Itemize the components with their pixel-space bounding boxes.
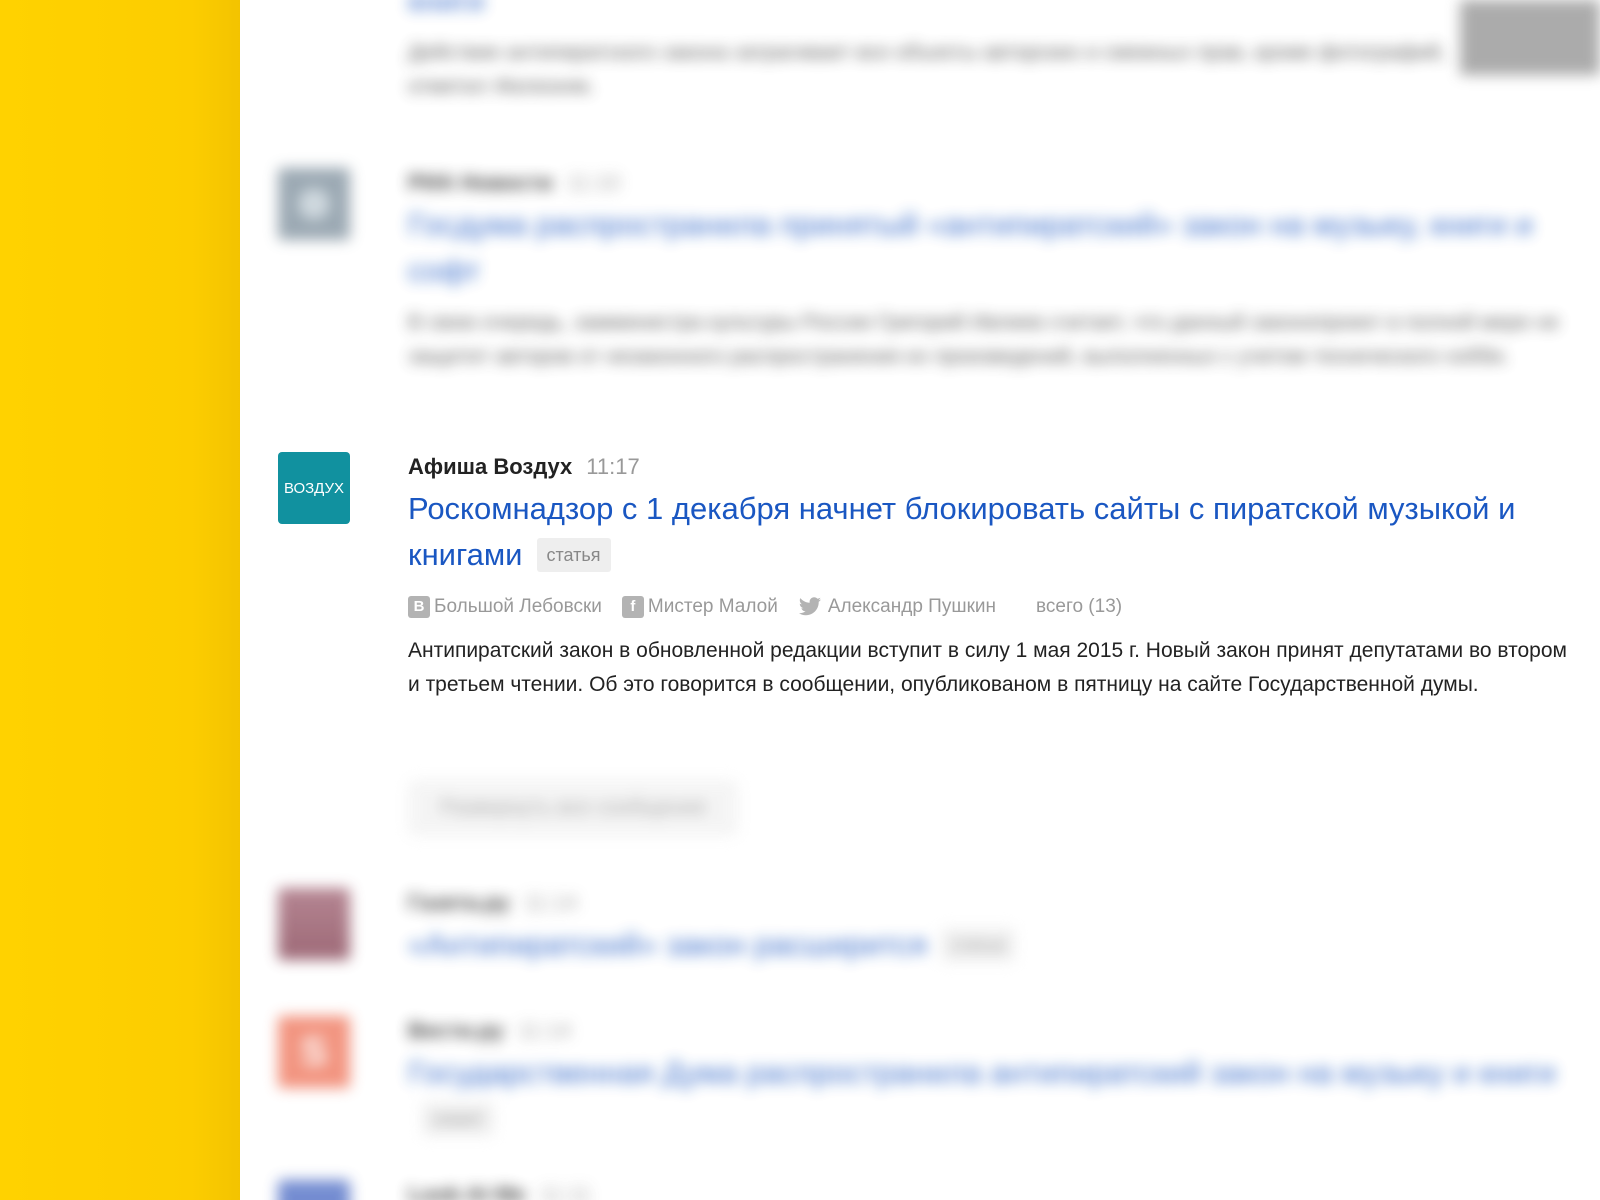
share-vk[interactable]: В Большой Лебовски (408, 592, 602, 622)
source-name[interactable]: РИА Новости (408, 170, 553, 195)
screen: книги Действие антипиратского закона зат… (0, 0, 1600, 1200)
facebook-icon: f (621, 596, 644, 618)
source-name[interactable]: Look At Me (408, 1182, 526, 1200)
social-shares: В Большой Лебовски f Мистер Малой Алекса… (408, 592, 1578, 622)
news-headline[interactable]: книги (408, 0, 1488, 24)
news-time: 11:14 (517, 1018, 572, 1043)
article-badge[interactable]: статья (941, 928, 1016, 962)
yellow-sidebar (0, 0, 240, 1200)
news-time: 11:17 (586, 454, 640, 479)
news-feed: книги Действие антипиратского закона зат… (240, 0, 1600, 1200)
share-user-name: Мистер Малой (647, 596, 778, 617)
news-meta: Вести.ру 11:14 (408, 1016, 1578, 1046)
source-name[interactable]: Афиша Воздух (408, 454, 572, 479)
news-time: 11:10 (566, 170, 621, 195)
news-snippet: Действие антипиратского закона затрагива… (408, 41, 1447, 98)
share-twitter[interactable]: Александр Пушкин (798, 592, 996, 622)
shares-total-link[interactable]: всего (13) (1036, 592, 1122, 622)
news-meta: РИА Новости 11:10 (408, 168, 1578, 198)
share-facebook[interactable]: f Мистер Малой (621, 592, 778, 622)
news-headline: Роскомнадзор с 1 декабря начнет блокиров… (408, 486, 1578, 578)
source-avatar[interactable]: S (278, 1016, 350, 1088)
source-avatar[interactable] (278, 888, 350, 960)
expand-all-button[interactable]: Развернуть все сообщения (408, 780, 738, 836)
source-name[interactable]: Газета.ру (408, 890, 510, 915)
news-time: 11:14 (523, 890, 578, 915)
share-user-name: Большой Лебовски (434, 596, 602, 617)
news-snippet: Антипиратский закон в обновленной редакц… (408, 639, 1567, 696)
share-user-name: Александр Пушкин (827, 596, 996, 617)
news-meta: Афиша Воздух 11:17 (408, 452, 1578, 482)
avatar-logo-text: ВОЗДУХ (283, 479, 345, 497)
news-snippet: В свою очередь, замминистра культуры Рос… (408, 311, 1560, 368)
news-headline: Государственная Дума распространила анти… (408, 1050, 1578, 1142)
source-avatar[interactable] (278, 168, 350, 240)
headline-link[interactable]: Государственная Дума распространила анти… (408, 1055, 1556, 1090)
story-badge[interactable]: сюжет (422, 1102, 494, 1136)
news-meta: Газета.ру 11:14 (408, 888, 1578, 918)
news-meta: Look At Me 11:11 (408, 1180, 1578, 1200)
news-time: 11:11 (539, 1182, 592, 1200)
headline-link[interactable]: «Антипиратский» закон расширится (408, 927, 927, 962)
news-headline: «Антипиратский» закон расширится статья (408, 922, 1578, 968)
source-avatar[interactable]: ВОЗДУХ (278, 452, 350, 524)
news-headline[interactable]: Госдума распространила принятый «антипир… (408, 202, 1578, 294)
source-avatar[interactable] (278, 1180, 350, 1200)
article-badge[interactable]: статья (536, 538, 611, 572)
vk-icon: В (408, 596, 430, 618)
twitter-icon (798, 597, 822, 617)
source-name[interactable]: Вести.ру (408, 1018, 504, 1043)
vesti-logo-icon: S (300, 1029, 328, 1074)
